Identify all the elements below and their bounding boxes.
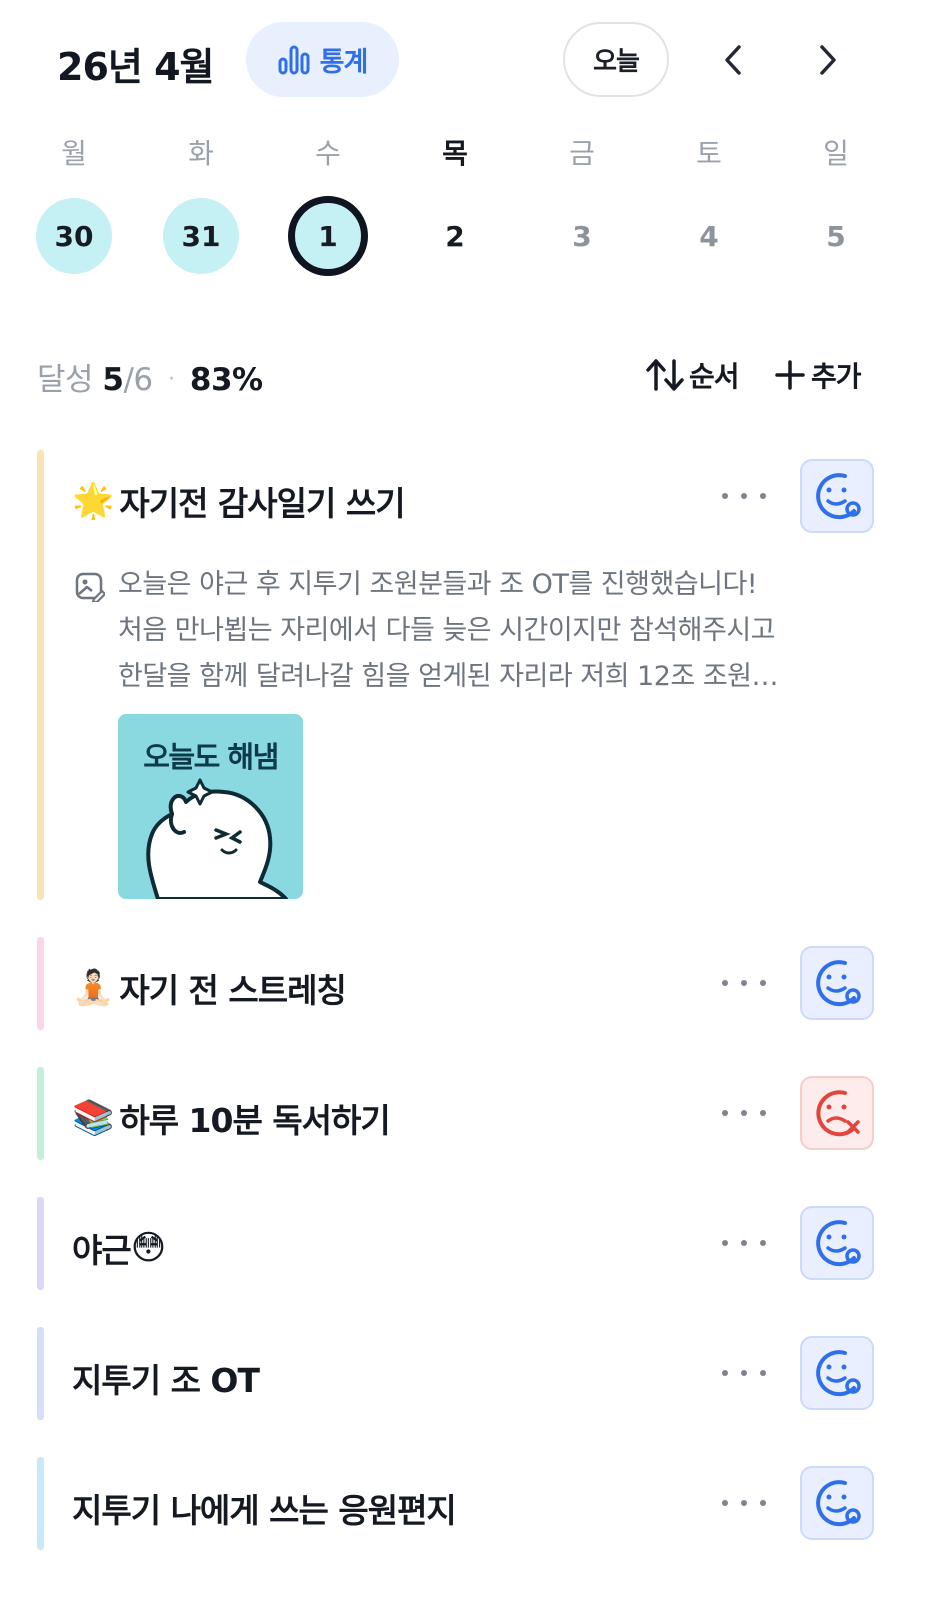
habit-title-text: 하루 10분 독서하기	[119, 1101, 390, 1140]
habit-item[interactable]: 🌟 자기전 감사일기 쓰기 오늘은 야근 후 지투기 조원분들과 조 OT를 진…	[37, 450, 897, 900]
habit-title-text: 자기전 감사일기 쓰기	[119, 484, 405, 523]
habit-title-text: 지투기 조 OT	[72, 1361, 260, 1400]
habit-color-bar	[37, 1457, 44, 1550]
achievement-total: /6	[123, 362, 153, 398]
habit-item[interactable]: 📚 하루 10분 독서하기	[37, 1067, 897, 1160]
achievement-summary: 달성 5/6 · 83%	[37, 354, 263, 399]
weekday-label-today: 목	[442, 137, 468, 170]
habit-status-done-button[interactable]	[800, 1466, 874, 1540]
achievement-done: 5	[102, 362, 124, 398]
achievement-label: 달성	[37, 362, 94, 398]
habit-title: 야근 😳	[72, 1224, 166, 1272]
habit-item[interactable]: 지투기 나에게 쓰는 응원편지	[37, 1457, 897, 1550]
day-cell[interactable]: 5	[798, 198, 874, 274]
day-cell-today[interactable]: 2	[417, 198, 493, 274]
today-button[interactable]: 오늘	[563, 22, 669, 97]
day-cell[interactable]: 30	[36, 198, 112, 274]
weekday-label: 화	[188, 137, 214, 170]
more-options-button[interactable]	[722, 1488, 766, 1518]
weekday-label: 월	[61, 137, 87, 170]
smile-check-icon	[816, 960, 861, 1007]
habit-title: 지투기 나에게 쓰는 응원편지	[72, 1484, 457, 1532]
habit-item[interactable]: 🧘🏻 자기 전 스트레칭	[37, 937, 897, 1030]
habit-status-done-button[interactable]	[800, 1206, 874, 1280]
habit-color-bar	[37, 1327, 44, 1420]
day-cell[interactable]: 3	[544, 198, 620, 274]
chevron-right-icon	[820, 45, 836, 75]
add-habit-button[interactable]: 추가	[775, 355, 862, 395]
smile-check-icon	[816, 1350, 861, 1397]
habit-item[interactable]: 지투기 조 OT	[37, 1327, 897, 1420]
habit-title: 🌟 자기전 감사일기 쓰기	[72, 477, 406, 525]
weekday-label: 일	[823, 137, 849, 170]
habit-title-text: 야근	[72, 1231, 132, 1270]
flushed-face-emoji-icon: 😳	[130, 1228, 166, 1268]
habit-status-failed-button[interactable]	[800, 1076, 874, 1150]
sort-label: 순서	[689, 360, 740, 393]
chevron-left-icon	[725, 45, 741, 75]
day-cell-selected[interactable]: 1	[288, 196, 368, 276]
calendar-header: 26년 4월 통계 오늘	[0, 0, 934, 120]
month-title: 26년 4월	[57, 45, 214, 89]
weekday-label: 토	[696, 137, 722, 170]
more-options-button[interactable]	[722, 968, 766, 998]
thumbs-up-character-icon	[146, 778, 288, 899]
smile-check-icon	[816, 473, 861, 520]
sort-button[interactable]: 순서	[645, 355, 740, 395]
more-options-button[interactable]	[722, 481, 766, 511]
weekday-label: 금	[569, 137, 595, 170]
separator-dot: ·	[168, 367, 175, 392]
note-line: 오늘은 야근 후 지투기 조원분들과 조 OT를 진행했습니다!	[118, 569, 758, 600]
star-emoji-icon: 🌟	[72, 481, 114, 521]
more-options-button[interactable]	[722, 1228, 766, 1258]
day-cell[interactable]: 4	[671, 198, 747, 274]
habit-title: 지투기 조 OT	[72, 1354, 260, 1402]
habit-title: 📚 하루 10분 독서하기	[72, 1094, 391, 1142]
habit-status-done-button[interactable]	[800, 1336, 874, 1410]
previous-week-button[interactable]	[713, 38, 753, 82]
memo-photo-icon	[75, 572, 105, 602]
sort-arrows-icon	[646, 359, 684, 391]
habit-item[interactable]: 야근 😳	[37, 1197, 897, 1290]
day-cell[interactable]: 31	[163, 198, 239, 274]
achievement-percent: 83%	[189, 362, 263, 398]
bar-chart-icon	[278, 45, 310, 74]
add-label: 추가	[811, 360, 862, 393]
habit-note: 오늘은 야근 후 지투기 조원분들과 조 OT를 진행했습니다! 처음 만나뵙는…	[75, 562, 875, 700]
habit-color-bar	[37, 1197, 44, 1290]
books-emoji-icon: 📚	[72, 1098, 114, 1138]
note-line: 처음 만나뵙는 자리에서 다들 늦은 시간이지만 참석해주시고	[118, 615, 776, 646]
smile-check-icon	[816, 1480, 861, 1527]
habit-title-text: 자기 전 스트레칭	[119, 971, 346, 1010]
stats-label: 통계	[319, 47, 369, 78]
sticker-image[interactable]: 오늘도 해냄	[118, 714, 303, 899]
habit-color-bar	[37, 937, 44, 1030]
person-yoga-emoji-icon: 🧘🏻	[72, 968, 114, 1008]
plus-icon	[775, 360, 805, 390]
weekday-label: 수	[315, 137, 341, 170]
sad-x-icon	[816, 1090, 860, 1137]
habit-title: 🧘🏻 자기 전 스트레칭	[72, 964, 347, 1012]
more-options-button[interactable]	[722, 1098, 766, 1128]
habit-status-done-button[interactable]	[800, 459, 874, 533]
note-line: 한달을 함께 달려나갈 힘을 얻게된 자리라 저희 12조 조원…	[118, 661, 779, 692]
habit-title-text: 지투기 나에게 쓰는 응원편지	[72, 1491, 457, 1530]
smile-check-icon	[816, 1220, 861, 1267]
habit-status-done-button[interactable]	[800, 946, 874, 1020]
stats-button[interactable]: 통계	[246, 22, 399, 97]
habit-color-bar	[37, 450, 44, 900]
habit-color-bar	[37, 1067, 44, 1160]
next-week-button[interactable]	[808, 38, 848, 82]
more-options-button[interactable]	[722, 1358, 766, 1388]
